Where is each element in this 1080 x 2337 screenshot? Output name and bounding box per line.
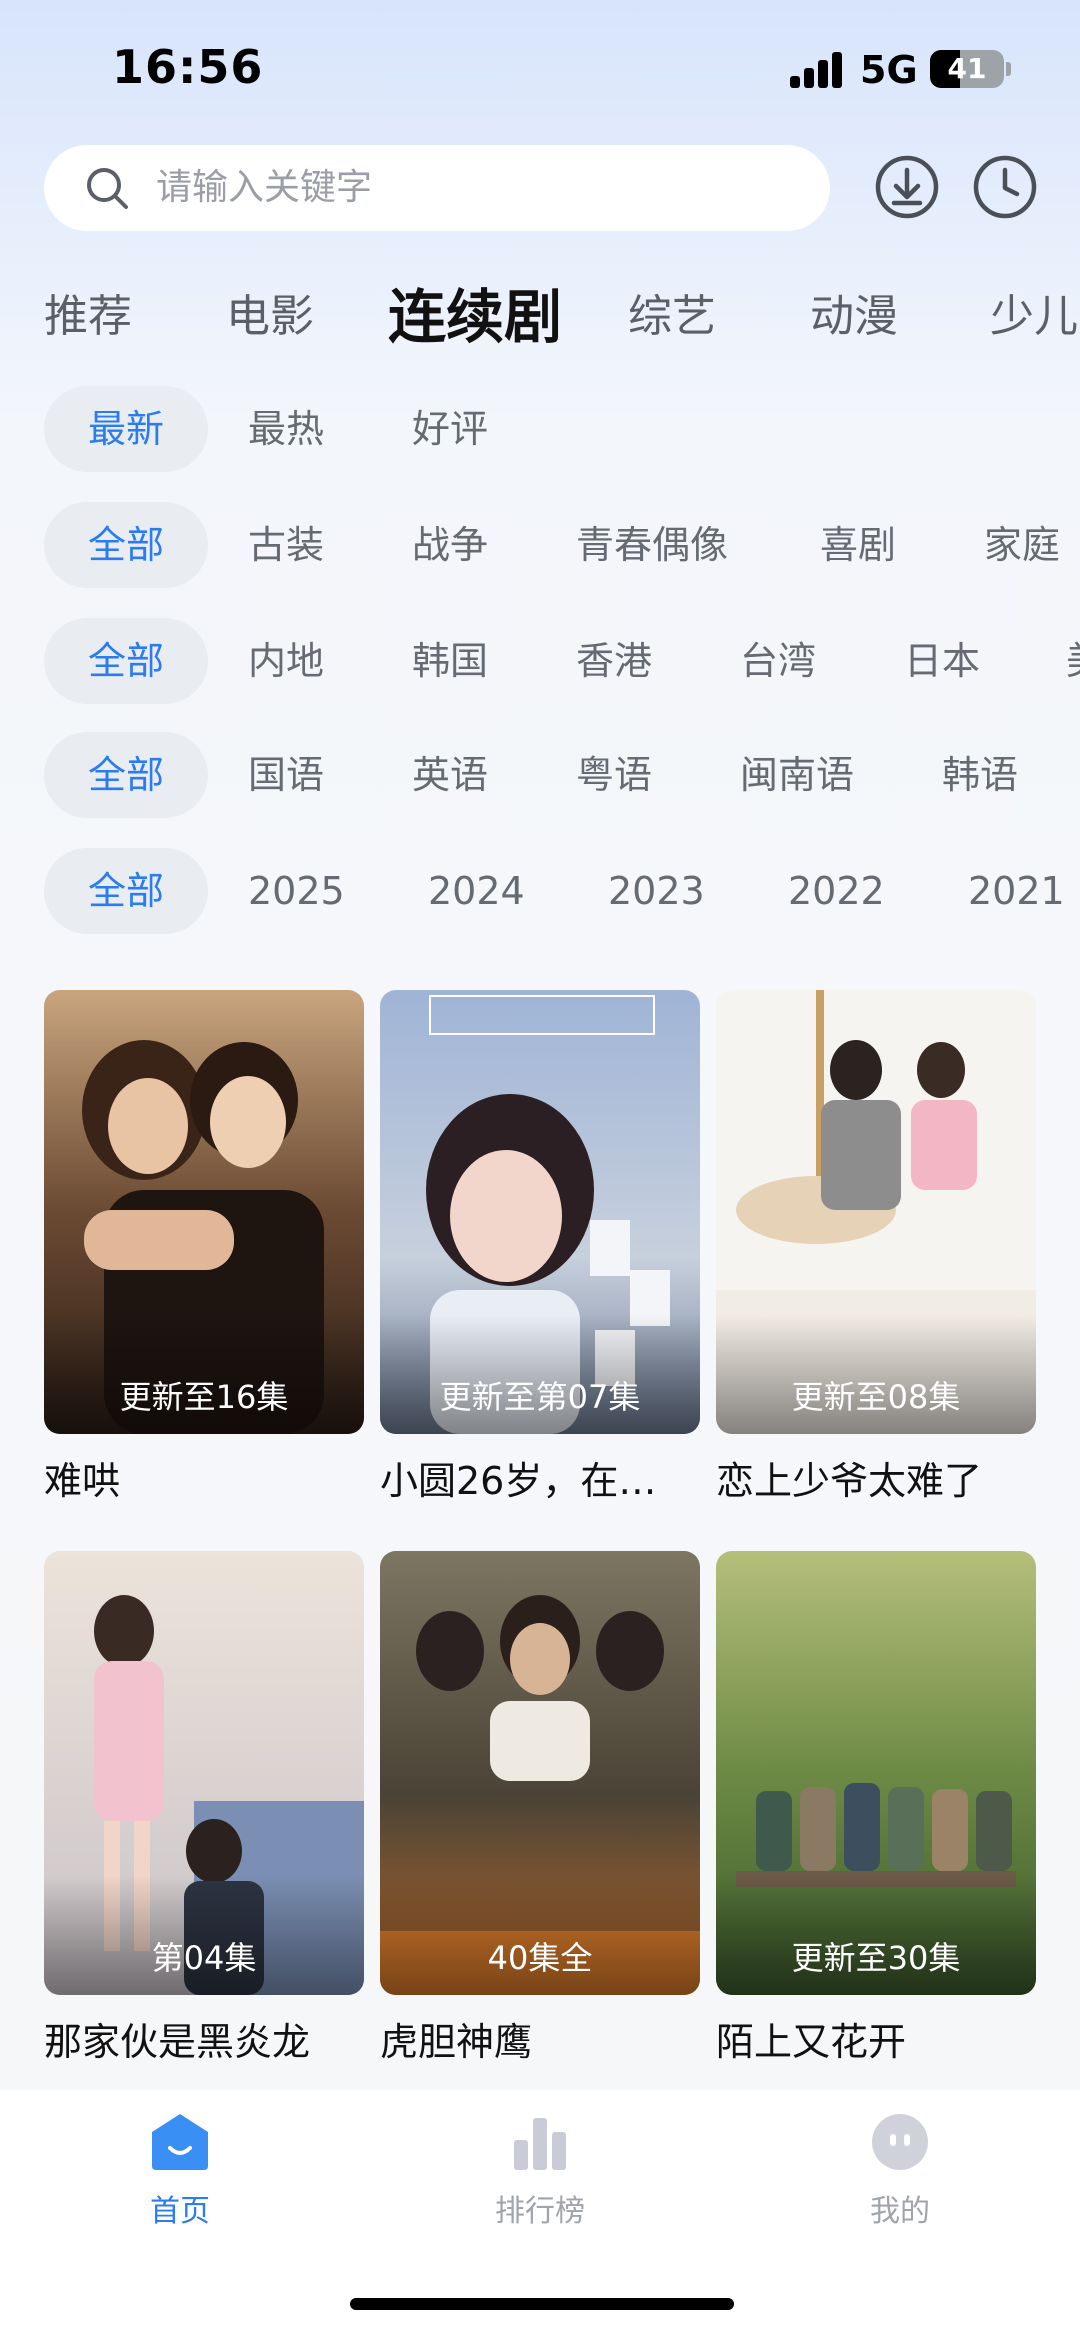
filter-year-2023[interactable]: 2023 [608, 848, 705, 934]
nav-profile[interactable]: 我的 [800, 2110, 1000, 2230]
status-bar: 16:56 5G 41 [0, 0, 1080, 140]
filter-sort-latest[interactable]: 最新 [44, 386, 208, 472]
filter-sort-rating[interactable]: 好评 [412, 386, 488, 472]
filter-genre-all[interactable]: 全部 [44, 502, 208, 588]
episode-badge: 更新至08集 [791, 1378, 961, 1416]
show-title[interactable]: 虎胆神鹰 [380, 2011, 700, 2066]
network-label: 5G [860, 48, 918, 92]
episode-badge: 更新至30集 [791, 1939, 961, 1977]
nav-home[interactable]: 首页 [80, 2110, 280, 2230]
show-title[interactable]: 难哄 [44, 1450, 364, 1505]
filter-genre-war[interactable]: 战争 [412, 502, 488, 588]
search-icon [87, 168, 128, 209]
episode-badge: 更新至第07集 [439, 1378, 641, 1416]
filter-language-row: 全部 国语 英语 粤语 闽南语 韩语 [0, 732, 1080, 818]
filter-language-cantonese[interactable]: 粤语 [576, 732, 652, 818]
episode-badge: 更新至16集 [119, 1378, 289, 1416]
tab-movies[interactable]: 电影 [226, 280, 314, 344]
history-icon[interactable] [972, 154, 1038, 220]
filter-region-japan[interactable]: 日本 [904, 618, 980, 704]
ranking-icon [514, 2118, 566, 2170]
show-poster[interactable]: 更新至16集 [44, 990, 364, 1434]
filter-language-all[interactable]: 全部 [44, 732, 208, 818]
episode-badge: 第04集 [151, 1939, 257, 1977]
battery-cap [1006, 62, 1011, 76]
signal-icon [790, 52, 844, 88]
profile-icon [872, 2114, 928, 2170]
tab-kids[interactable]: 少儿 [990, 280, 1078, 344]
filter-region-mainland[interactable]: 内地 [248, 618, 324, 704]
tab-series[interactable]: 连续剧 [388, 270, 562, 350]
show-poster[interactable]: 第04集 [44, 1551, 364, 1995]
show-poster[interactable]: 40集全 [380, 1551, 700, 1995]
battery-level: 41 [947, 52, 987, 85]
tab-anime[interactable]: 动漫 [810, 280, 898, 344]
status-time: 16:56 [112, 40, 264, 94]
filter-genre-row: 全部 古装 战争 青春偶像 喜剧 家庭 [0, 502, 1080, 588]
show-title[interactable]: 那家伙是黑炎龙 [44, 2011, 364, 2066]
filter-genre-comedy[interactable]: 喜剧 [820, 502, 896, 588]
show-title[interactable]: 陌上又花开 [716, 2011, 1036, 2066]
filter-region-taiwan[interactable]: 台湾 [740, 618, 816, 704]
show-title[interactable]: 恋上少爷太难了 [716, 1450, 1036, 1505]
nav-profile-label: 我的 [870, 2194, 930, 2229]
filter-year-row: 全部 2025 2024 2023 2022 2021 [0, 848, 1080, 934]
home-icon [152, 2114, 208, 2170]
nav-home-label: 首页 [150, 2194, 210, 2229]
filter-year-2021[interactable]: 2021 [968, 848, 1065, 934]
show-poster[interactable]: 更新至30集 [716, 1551, 1036, 1995]
filter-year-2022[interactable]: 2022 [788, 848, 885, 934]
show-poster[interactable]: 更新至第07集 [380, 990, 700, 1434]
episode-badge: 40集全 [487, 1939, 593, 1977]
filter-genre-costume[interactable]: 古装 [248, 502, 324, 588]
download-icon[interactable] [874, 154, 940, 220]
filter-language-mandarin[interactable]: 国语 [248, 732, 324, 818]
tab-recommend[interactable]: 推荐 [44, 280, 132, 344]
filter-language-english[interactable]: 英语 [412, 732, 488, 818]
filter-region-usa[interactable]: 美 [1066, 618, 1080, 704]
filter-sort-hot[interactable]: 最热 [248, 386, 324, 472]
search-input[interactable]: 请输入关键字 [44, 145, 830, 231]
filter-year-2024[interactable]: 2024 [428, 848, 525, 934]
tab-variety[interactable]: 综艺 [628, 280, 716, 344]
filter-language-minnan[interactable]: 闽南语 [740, 732, 854, 818]
show-title[interactable]: 小圆26岁，在… [380, 1450, 700, 1505]
filter-region-all[interactable]: 全部 [44, 618, 208, 704]
filter-genre-youth[interactable]: 青春偶像 [576, 502, 728, 588]
show-poster[interactable]: 更新至08集 [716, 990, 1036, 1434]
filter-region-hongkong[interactable]: 香港 [576, 618, 652, 704]
battery-icon: 41 [930, 50, 1004, 88]
nav-ranking[interactable]: 排行榜 [440, 2110, 640, 2230]
nav-ranking-label: 排行榜 [495, 2194, 585, 2229]
category-tabs: 推荐 电影 连续剧 综艺 动漫 少儿 [0, 270, 1080, 350]
filter-region-korea[interactable]: 韩国 [412, 618, 488, 704]
filter-language-korean[interactable]: 韩语 [942, 732, 1018, 818]
home-indicator [350, 2298, 734, 2310]
search-placeholder: 请输入关键字 [156, 167, 373, 208]
filter-year-2025[interactable]: 2025 [248, 848, 345, 934]
filter-year-all[interactable]: 全部 [44, 848, 208, 934]
filter-genre-family[interactable]: 家庭 [984, 502, 1060, 588]
filter-region-row: 全部 内地 韩国 香港 台湾 日本 美 [0, 618, 1080, 704]
filter-sort-row: 最新 最热 好评 [0, 386, 1080, 472]
